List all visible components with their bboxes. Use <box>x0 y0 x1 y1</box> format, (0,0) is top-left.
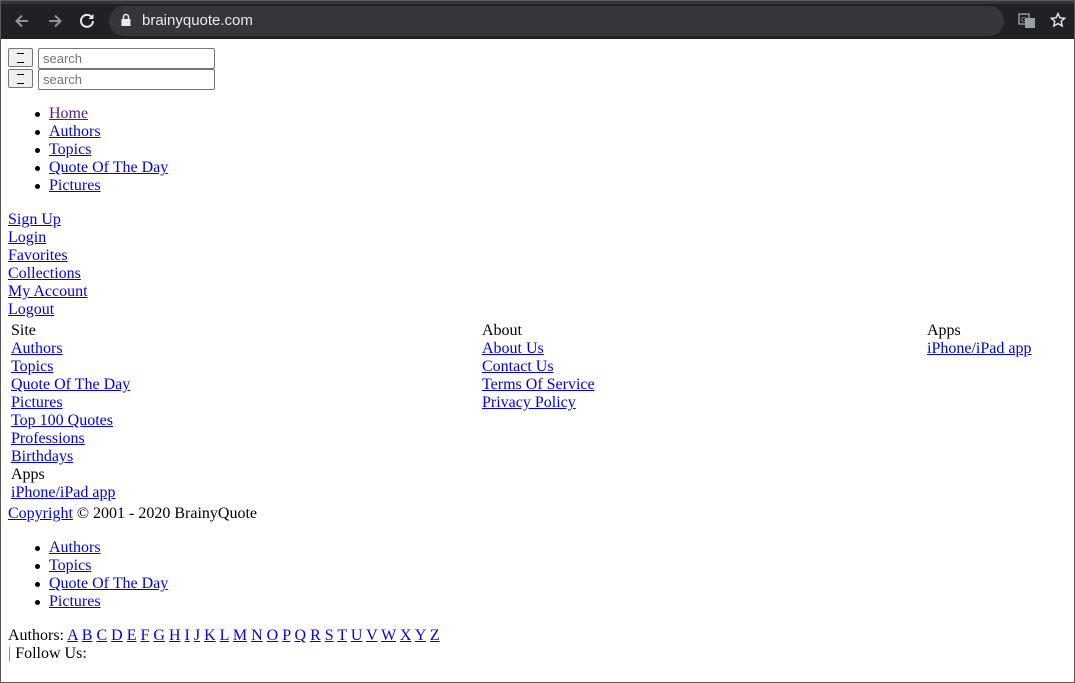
authors-letter-h-link[interactable]: H <box>169 627 181 644</box>
authors-letter-c-link[interactable]: C <box>96 627 107 644</box>
authors-letter-y-link[interactable]: Y <box>415 627 426 644</box>
bottom-nav: Authors Topics Quote Of The Day Pictures <box>9 539 168 611</box>
footer-apps-heading-inline: Apps <box>11 466 45 483</box>
bottom-nav-item-pictures: Pictures <box>9 593 168 611</box>
nav-item-quote-of-the-day: Quote Of The Day <box>9 159 168 177</box>
reload-icon[interactable] <box>76 10 98 32</box>
follow-us-label: Follow Us: <box>11 645 87 662</box>
authors-letter-x-link[interactable]: X <box>400 627 412 644</box>
sign-up-link[interactable]: Sign Up <box>8 211 61 228</box>
authors-letter-t-link[interactable]: T <box>337 627 346 644</box>
authors-letter-l-link[interactable]: L <box>220 627 229 644</box>
footer-link-top-100-quotes[interactable]: Top 100 Quotes <box>11 412 113 429</box>
nav-item-pictures: Pictures <box>9 177 168 195</box>
authors-letter-u-link[interactable]: U <box>351 627 363 644</box>
menu-icon <box>17 73 24 84</box>
authors-letter-a-link[interactable]: A <box>67 627 78 644</box>
collections-link[interactable]: Collections <box>8 265 81 282</box>
footer-apps-column: Apps iPhone/iPad app <box>927 322 1031 358</box>
footer-site-column: Site Authors Topics Quote Of The Day Pic… <box>11 322 130 502</box>
footer-about-column: About About Us Contact Us Terms Of Servi… <box>482 322 595 412</box>
authors-letter-j-link[interactable]: J <box>194 627 200 644</box>
authors-letter-b-link[interactable]: B <box>82 627 93 644</box>
footer-link-contact-us[interactable]: Contact Us <box>482 358 554 375</box>
browser-toolbar: brainyquote.com G <box>1 1 1074 39</box>
authors-letter-m-link[interactable]: M <box>233 627 247 644</box>
footer-link-authors[interactable]: Authors <box>11 340 63 357</box>
arrow-right-icon[interactable] <box>44 10 66 32</box>
menu-button-secondary[interactable] <box>8 69 33 88</box>
footer-link-privacy-policy[interactable]: Privacy Policy <box>482 394 576 411</box>
translate-icon[interactable]: G <box>1018 12 1036 35</box>
footer-link-quote-of-the-day[interactable]: Quote Of The Day <box>11 376 130 393</box>
authors-letter-o-link[interactable]: O <box>267 627 279 644</box>
bottom-nav-item-topics: Topics <box>9 557 168 575</box>
authors-letter-s-link[interactable]: S <box>325 627 334 644</box>
authors-letter-k-link[interactable]: K <box>204 627 216 644</box>
footer-link-iphone-app-inline[interactable]: iPhone/iPad app <box>11 484 115 501</box>
main-nav: Home Authors Topics Quote Of The Day Pic… <box>9 105 168 195</box>
bottom-nav-link-pictures[interactable]: Pictures <box>49 593 101 610</box>
nav-item-topics: Topics <box>9 141 168 159</box>
footer-link-topics[interactable]: Topics <box>11 358 53 375</box>
nav-link-pictures[interactable]: Pictures <box>49 177 101 194</box>
favorites-link[interactable]: Favorites <box>8 247 68 264</box>
star-icon[interactable] <box>1049 11 1067 33</box>
authors-letter-r-link[interactable]: R <box>310 627 321 644</box>
lock-icon[interactable] <box>120 12 132 33</box>
menu-icon <box>17 52 24 63</box>
copyright: Copyright © 2001 - 2020 BrainyQuote <box>8 505 257 523</box>
copyright-text: © 2001 - 2020 BrainyQuote <box>72 505 258 522</box>
footer-link-terms-of-service[interactable]: Terms Of Service <box>482 376 595 393</box>
footer-apps-heading: Apps <box>927 322 961 339</box>
bottom-nav-item-quote-of-the-day: Quote Of The Day <box>9 575 168 593</box>
search-input-secondary[interactable]: search <box>38 69 215 90</box>
authors-index: Authors: A B C D E F G H I J K L M N O P… <box>8 627 440 645</box>
follow-us: | Follow Us: <box>8 645 87 663</box>
authors-letter-d-link[interactable]: D <box>111 627 123 644</box>
search-input[interactable]: search <box>38 48 215 69</box>
login-link[interactable]: Login <box>8 229 46 246</box>
bottom-nav-link-quote-of-the-day[interactable]: Quote Of The Day <box>49 575 168 592</box>
authors-index-label: Authors: <box>8 627 64 644</box>
nav-link-authors[interactable]: Authors <box>49 123 101 140</box>
authors-letter-p-link[interactable]: P <box>282 627 290 644</box>
authors-letter-v-link[interactable]: V <box>366 627 377 644</box>
tab-strip <box>1 1 1074 4</box>
url-text[interactable]: brainyquote.com <box>142 12 253 29</box>
bottom-nav-link-topics[interactable]: Topics <box>49 557 91 574</box>
authors-letter-list: A B C D E F G H I J K L M N O P Q R S T … <box>64 627 440 644</box>
bottom-nav-link-authors[interactable]: Authors <box>49 539 101 556</box>
footer-link-iphone-app[interactable]: iPhone/iPad app <box>927 340 1031 357</box>
authors-letter-w-link[interactable]: W <box>381 627 396 644</box>
authors-letter-n-link[interactable]: N <box>251 627 263 644</box>
my-account-link[interactable]: My Account <box>8 283 88 300</box>
footer-link-birthdays[interactable]: Birthdays <box>11 448 73 465</box>
footer-link-pictures[interactable]: Pictures <box>11 394 63 411</box>
authors-letter-q-link[interactable]: Q <box>295 627 307 644</box>
footer-about-heading: About <box>482 322 522 339</box>
footer-link-professions[interactable]: Professions <box>11 430 85 447</box>
authors-letter-f-link[interactable]: F <box>140 627 149 644</box>
nav-item-authors: Authors <box>9 123 168 141</box>
bottom-nav-item-authors: Authors <box>9 539 168 557</box>
nav-link-topics[interactable]: Topics <box>49 141 91 158</box>
nav-link-quote-of-the-day[interactable]: Quote Of The Day <box>49 159 168 176</box>
page-content: search search Home Authors Topics Quote … <box>1 39 1074 683</box>
copyright-link[interactable]: Copyright <box>8 505 73 522</box>
nav-link-home[interactable]: Home <box>49 105 88 122</box>
svg-text:G: G <box>1021 16 1026 24</box>
authors-letter-z-link[interactable]: Z <box>430 627 440 644</box>
nav-item-home: Home <box>9 105 168 123</box>
authors-letter-g-link[interactable]: G <box>153 627 165 644</box>
footer-link-about-us[interactable]: About Us <box>482 340 544 357</box>
arrow-left-icon[interactable] <box>11 10 33 32</box>
menu-button[interactable] <box>8 48 33 67</box>
account-links: Sign Up Login Favorites Collections My A… <box>8 211 88 319</box>
authors-letter-e-link[interactable]: E <box>127 627 137 644</box>
footer-site-heading: Site <box>11 322 36 339</box>
authors-letter-i-link[interactable]: I <box>185 627 190 644</box>
logout-link[interactable]: Logout <box>8 301 54 318</box>
